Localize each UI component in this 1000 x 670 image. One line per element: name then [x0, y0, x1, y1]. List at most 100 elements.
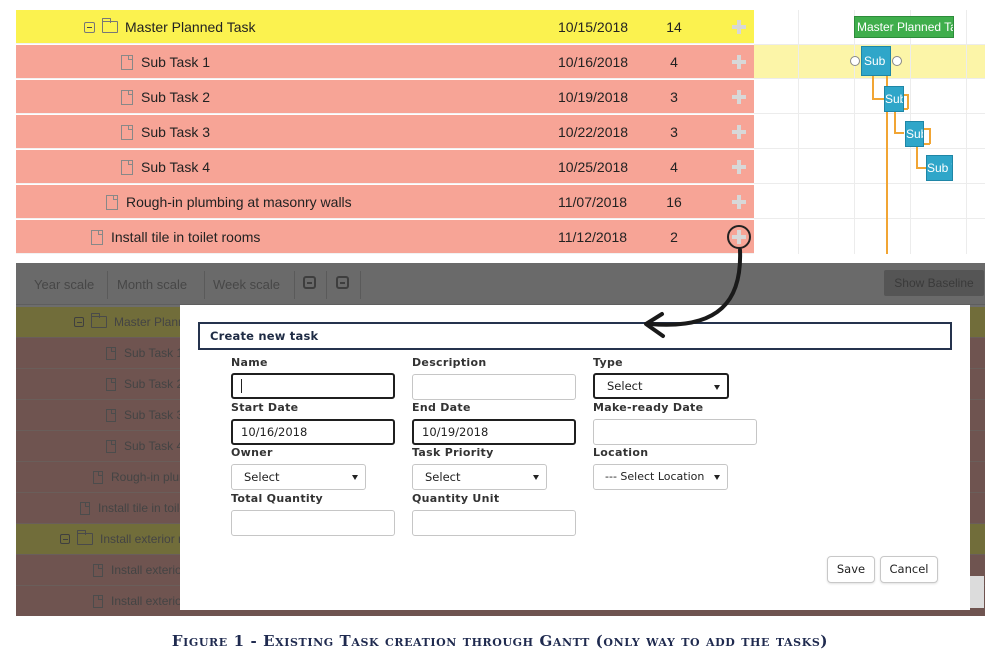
chevron-down-icon — [533, 475, 539, 480]
task-duration: 14 — [666, 19, 682, 35]
make-ready-date-input[interactable] — [593, 419, 757, 445]
file-icon — [106, 346, 116, 360]
add-task-icon[interactable] — [730, 123, 748, 141]
create-task-modal: Create new task Name Description Type Se… — [180, 305, 970, 610]
task-priority-select[interactable]: Select — [412, 464, 547, 490]
add-task-icon-highlighted[interactable] — [727, 225, 751, 249]
task-duration: 4 — [670, 54, 678, 70]
owner-select[interactable]: Select — [231, 464, 366, 490]
bg-row-label: Install tile in toile — [98, 501, 187, 515]
gantt-rowline — [754, 148, 985, 149]
gantt-link-line — [872, 72, 874, 99]
name-input[interactable] — [231, 373, 395, 399]
modal-header: Create new task — [198, 322, 952, 350]
bg-row-label: Install exterio — [111, 563, 182, 577]
gantt-rowline — [754, 218, 985, 219]
grid-row-master[interactable]: Master Planned Task 10/15/2018 14 — [16, 10, 754, 44]
file-icon — [80, 501, 90, 515]
gantt-rowline — [754, 183, 985, 184]
gantt-link-line — [907, 94, 909, 109]
toolbar-divider — [204, 271, 205, 299]
add-task-icon[interactable] — [730, 53, 748, 71]
add-task-icon[interactable] — [730, 88, 748, 106]
scrollbar[interactable] — [970, 576, 984, 608]
gantt-chart: Master Planned Ta Sub Sub Sub Sub T — [754, 10, 985, 254]
task-duration: 3 — [670, 124, 678, 140]
task-duration: 4 — [670, 159, 678, 175]
gantt-link-line — [894, 132, 904, 134]
add-task-icon[interactable] — [730, 18, 748, 36]
toolbar-divider — [107, 271, 108, 299]
location-select[interactable]: --- Select Location — [593, 464, 728, 490]
gantt-link-line — [872, 98, 884, 100]
task-name: Sub Task 2 — [141, 89, 211, 105]
task-grid: Master Planned Task 10/15/2018 14 Sub Ta… — [16, 10, 754, 254]
task-name: Master Planned Task — [125, 19, 256, 35]
make-ready-date-label: Make-ready Date — [593, 401, 704, 414]
year-scale-button[interactable]: Year scale — [34, 272, 94, 298]
file-icon — [93, 594, 103, 608]
task-name: Sub Task 3 — [141, 124, 211, 140]
figure-caption: Figure 1 - Existing Task creation throug… — [171, 632, 829, 650]
task-priority-select-value: Select — [425, 470, 461, 484]
week-scale-button[interactable]: Week scale — [213, 272, 280, 298]
task-name: Rough-in plumbing at masonry walls — [126, 194, 352, 210]
expand-all-icon[interactable] — [336, 276, 349, 289]
task-start-date: 10/19/2018 — [558, 89, 629, 105]
grid-row-subtask[interactable]: Sub Task 3 10/22/2018 3 — [16, 115, 754, 149]
total-quantity-label: Total Quantity — [231, 492, 323, 505]
save-button[interactable]: Save — [827, 556, 875, 583]
task-name: Sub Task 4 — [141, 159, 211, 175]
add-task-icon[interactable] — [730, 158, 748, 176]
folder-icon — [91, 313, 107, 328]
toolbar-divider — [294, 271, 295, 299]
task-duration: 3 — [670, 89, 678, 105]
collapse-icon[interactable] — [84, 21, 95, 33]
drag-handle-left-icon[interactable] — [850, 56, 860, 66]
task-start-date: 11/12/2018 — [558, 229, 628, 245]
end-date-input[interactable]: 10/19/2018 — [412, 419, 576, 445]
file-icon — [121, 159, 133, 175]
chevron-down-icon — [714, 475, 720, 480]
grid-row-subtask[interactable]: Sub Task 2 10/19/2018 3 — [16, 80, 754, 114]
show-baseline-button[interactable]: Show Baseline — [884, 270, 984, 296]
file-icon — [93, 563, 103, 577]
type-label: Type — [593, 356, 623, 369]
task-start-date: 10/22/2018 — [558, 124, 629, 140]
gantt-bar-subtask[interactable]: Sub — [861, 46, 891, 76]
start-date-input[interactable]: 10/16/2018 — [231, 419, 395, 445]
quantity-unit-input[interactable] — [412, 510, 576, 536]
month-scale-button[interactable]: Month scale — [117, 272, 187, 298]
drag-handle-right-icon[interactable] — [892, 56, 902, 66]
file-icon — [106, 194, 118, 210]
add-task-icon[interactable] — [730, 193, 748, 211]
gantt-bar-subtask[interactable]: Sub T — [926, 155, 953, 181]
owner-label: Owner — [231, 446, 273, 459]
cancel-button[interactable]: Cancel — [880, 556, 938, 583]
grid-row-task[interactable]: Rough-in plumbing at masonry walls 11/07… — [16, 185, 754, 219]
file-icon — [121, 89, 133, 105]
total-quantity-input[interactable] — [231, 510, 395, 536]
file-icon — [121, 124, 133, 140]
grid-row-task[interactable]: Install tile in toilet rooms 11/12/2018 … — [16, 220, 754, 254]
collapse-icon — [74, 317, 84, 327]
bg-row-label: Sub Task 2 — [124, 377, 184, 391]
collapse-all-icon[interactable] — [303, 276, 316, 289]
gantt-bar-subtask[interactable]: Sub — [884, 86, 904, 112]
gantt-bar-master-task[interactable]: Master Planned Ta — [854, 16, 954, 38]
gantt-bar-subtask[interactable]: Sub — [905, 121, 924, 147]
task-name: Sub Task 1 — [141, 54, 211, 70]
file-icon — [93, 470, 103, 484]
bg-row-label: Install exterior m — [100, 532, 189, 546]
name-label: Name — [231, 356, 268, 369]
collapse-icon — [60, 534, 70, 544]
bg-row-label: Rough-in plun — [111, 470, 186, 484]
grid-row-subtask[interactable]: Sub Task 1 10/16/2018 4 — [16, 45, 754, 79]
end-date-label: End Date — [412, 401, 471, 414]
type-select[interactable]: Select — [593, 373, 729, 399]
bg-row-label: Sub Task 4 — [124, 439, 184, 453]
description-input[interactable] — [412, 374, 576, 400]
folder-icon — [102, 18, 118, 33]
grid-row-subtask[interactable]: Sub Task 4 10/25/2018 4 — [16, 150, 754, 184]
folder-icon — [77, 530, 93, 545]
